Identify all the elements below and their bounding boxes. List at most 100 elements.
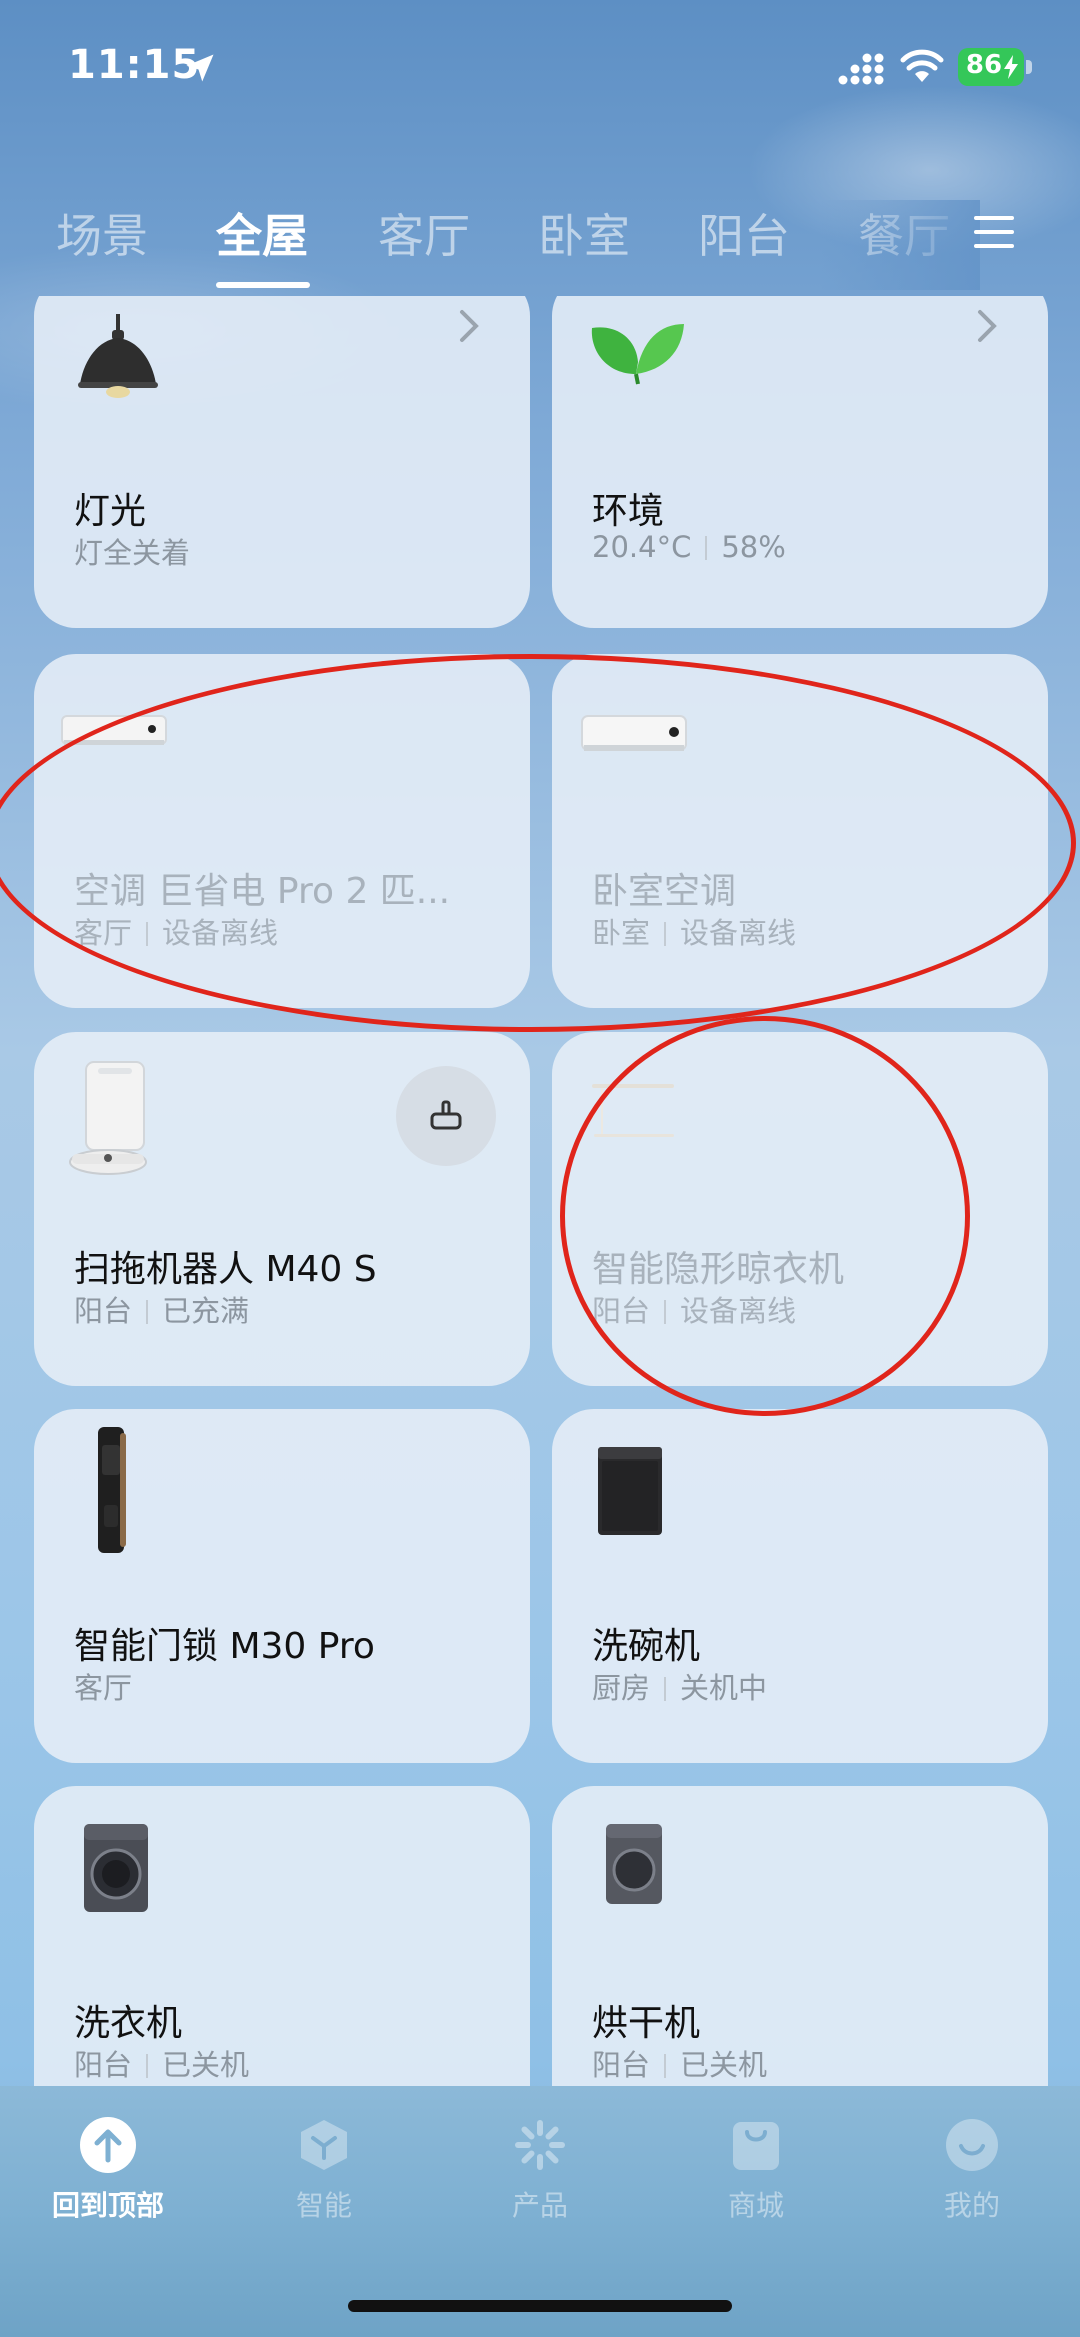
- card-environment-status: 20.4°C 58%: [592, 530, 786, 564]
- air-conditioner-icon: [61, 715, 167, 745]
- location-arrow-icon: [186, 54, 214, 82]
- divider: [146, 922, 149, 946]
- cellular-signal-icon: [838, 53, 884, 85]
- temperature-value: 20.4°C: [592, 530, 692, 564]
- card-lighting[interactable]: 灯光 灯全关着: [34, 296, 530, 628]
- device-status: 设备离线: [680, 916, 797, 950]
- start-cleaning-button[interactable]: [396, 1066, 496, 1166]
- air-conditioner-icon: [581, 715, 687, 751]
- tab-bedroom[interactable]: 卧室: [538, 200, 630, 266]
- status-bar: 11:15 86: [0, 0, 1080, 140]
- wifi-icon: [900, 49, 944, 82]
- dishwasher-icon: [598, 1447, 662, 1535]
- menu-icon[interactable]: [972, 212, 1016, 252]
- tab-fade: [820, 200, 980, 290]
- card-ac-bedroom-status: 卧室 设备离线: [592, 910, 796, 952]
- divider: [146, 2054, 149, 2078]
- room-label: 卧室: [592, 916, 651, 950]
- divider: [664, 2054, 667, 2078]
- room-label: 阳台: [74, 2048, 133, 2082]
- card-dryer-status: 阳台 已关机: [592, 2042, 767, 2084]
- device-grid: 灯光 灯全关着 环境 20.4°C 58% 空调 巨省电 Pro 2 匹... 客…: [0, 296, 1080, 2086]
- room-label: 阳台: [74, 1294, 133, 1328]
- card-environment-name: 环境: [592, 491, 665, 532]
- card-ac-living-room-status: 客厅 设备离线: [74, 910, 278, 952]
- device-status: 设备离线: [680, 1294, 797, 1328]
- active-tab-indicator: [216, 282, 310, 288]
- card-dryer[interactable]: 烘干机 阳台 已关机: [552, 1786, 1048, 2086]
- tab-balcony[interactable]: 阳台: [698, 200, 790, 266]
- battery-indicator: 86: [958, 48, 1024, 86]
- tab-scene[interactable]: 场景: [56, 200, 148, 266]
- card-robot-vacuum[interactable]: 扫拖机器人 M40 S 阳台 已充满: [34, 1032, 530, 1386]
- dryer-icon: [606, 1824, 662, 1904]
- card-smart-lock-status: 客厅: [74, 1665, 132, 1707]
- chevron-right-icon: [978, 310, 997, 342]
- chevron-right-icon: [460, 310, 479, 342]
- card-dishwasher[interactable]: 洗碗机 厨房 关机中: [552, 1409, 1048, 1763]
- tab-living-room[interactable]: 客厅: [378, 200, 470, 266]
- nav-label: 回到顶部: [51, 2189, 164, 2222]
- battery-level: 86: [965, 50, 1003, 80]
- arrow-up-icon: [80, 2117, 136, 2173]
- card-ac-living-room-name: 空调 巨省电 Pro 2 匹...: [74, 871, 451, 912]
- divider: [664, 1300, 667, 1324]
- nav-label: 商城: [727, 2189, 784, 2222]
- divider: [146, 1300, 149, 1324]
- device-status: 已关机: [680, 2048, 768, 2082]
- smile-icon: [946, 2119, 998, 2171]
- card-ac-bedroom-name: 卧室空调: [592, 871, 737, 912]
- room-label: 客厅: [74, 916, 133, 950]
- cube-icon: [301, 2120, 347, 2170]
- nav-smart[interactable]: 智能: [244, 2116, 404, 2236]
- sparkle-icon: [515, 2120, 565, 2170]
- card-dishwasher-name: 洗碗机: [592, 1626, 701, 1667]
- device-status: 关机中: [680, 1671, 768, 1705]
- home-indicator: [348, 2300, 732, 2312]
- card-robot-vacuum-status: 阳台 已充满: [74, 1288, 249, 1330]
- card-ac-bedroom[interactable]: 卧室空调 卧室 设备离线: [552, 654, 1048, 1008]
- card-clothes-hanger-status: 阳台 设备离线: [592, 1288, 796, 1330]
- tab-whole-house[interactable]: 全屋: [216, 200, 308, 266]
- card-smart-lock-name: 智能门锁 M30 Pro: [74, 1626, 375, 1667]
- nav-products[interactable]: 产品: [460, 2116, 620, 2236]
- nav-label: 智能: [295, 2189, 352, 2222]
- divider: [664, 1677, 667, 1701]
- card-washing-machine-name: 洗衣机: [74, 2003, 183, 2044]
- status-time: 11:15: [68, 42, 201, 88]
- card-lighting-status: 灯全关着: [74, 536, 191, 570]
- device-status: 已关机: [162, 2048, 250, 2082]
- humidity-value: 58%: [721, 530, 786, 564]
- robot-vacuum-icon: [69, 1061, 147, 1175]
- nav-profile[interactable]: 我的: [892, 2116, 1052, 2236]
- bag-icon: [733, 2122, 779, 2170]
- nav-back-to-top[interactable]: 回到顶部: [28, 2116, 188, 2236]
- room-label: 阳台: [592, 1294, 651, 1328]
- card-dryer-name: 烘干机: [592, 2003, 701, 2044]
- broom-icon: [430, 1100, 462, 1130]
- washing-machine-icon: [84, 1824, 148, 1912]
- card-lighting-name: 灯光: [74, 491, 147, 532]
- leaf-icon: [591, 324, 684, 385]
- card-dishwasher-status: 厨房 关机中: [592, 1665, 767, 1707]
- card-washing-machine-status: 阳台 已关机: [74, 2042, 249, 2084]
- battery-nub: [1026, 60, 1032, 74]
- card-clothes-hanger[interactable]: 智能隐形晾衣机 阳台 设备离线: [552, 1032, 1048, 1386]
- card-ac-living-room[interactable]: 空调 巨省电 Pro 2 匹... 客厅 设备离线: [34, 654, 530, 1008]
- card-washing-machine[interactable]: 洗衣机 阳台 已关机: [34, 1786, 530, 2086]
- charging-bolt-icon: [1004, 55, 1018, 79]
- card-robot-vacuum-name: 扫拖机器人 M40 S: [74, 1249, 377, 1290]
- room-tabs: 场景 全屋 客厅 卧室 阳台 餐厅: [0, 200, 1080, 300]
- card-environment[interactable]: 环境 20.4°C 58%: [552, 296, 1048, 628]
- device-status: 设备离线: [162, 916, 279, 950]
- nav-label: 产品: [511, 2189, 568, 2222]
- card-smart-lock[interactable]: 智能门锁 M30 Pro 客厅: [34, 1409, 530, 1763]
- nav-mall[interactable]: 商城: [676, 2116, 836, 2236]
- device-status: 已充满: [162, 1294, 250, 1328]
- divider: [664, 922, 667, 946]
- door-lock-icon: [98, 1427, 126, 1553]
- room-label: 厨房: [592, 1671, 651, 1705]
- divider: [705, 536, 708, 560]
- room-label: 阳台: [592, 2048, 651, 2082]
- card-clothes-hanger-name: 智能隐形晾衣机: [592, 1249, 845, 1290]
